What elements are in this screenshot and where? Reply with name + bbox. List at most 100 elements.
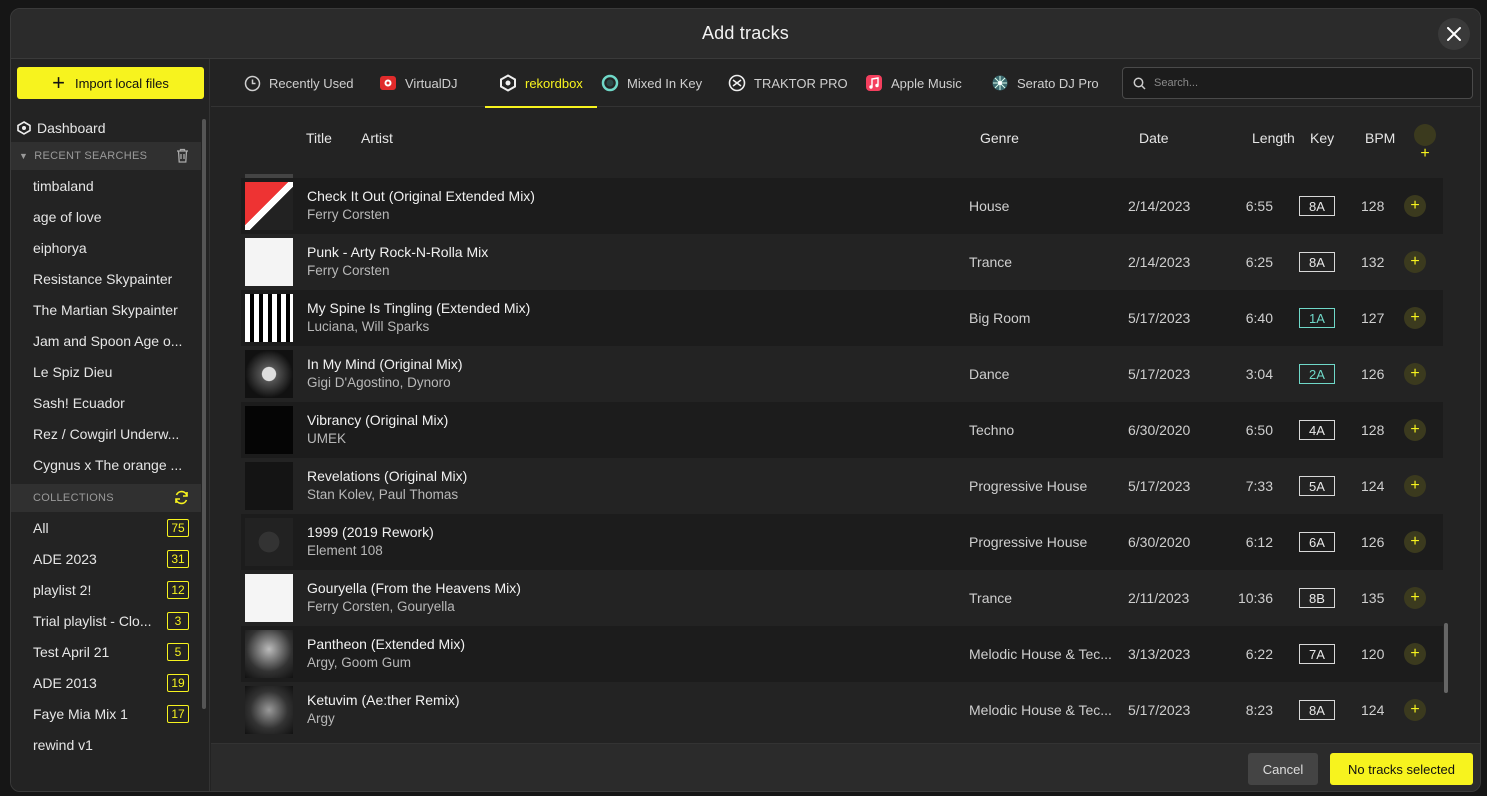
plus-icon: + (1410, 533, 1420, 550)
track-key-badge: 8A (1299, 252, 1335, 272)
table-row[interactable]: In My Mind (Original Mix) Gigi D'Agostino… (241, 346, 1443, 402)
add-selected-button[interactable]: No tracks selected (1330, 753, 1473, 785)
tab-label: Mixed In Key (627, 75, 703, 91)
recent-search-item[interactable]: Jam and Spoon Age o... (11, 325, 201, 356)
recent-search-item[interactable]: Rez / Cowgirl Underw... (11, 418, 201, 449)
track-genre: Progressive House (969, 478, 1088, 494)
collection-item[interactable]: ADE 2023 31 (11, 543, 201, 574)
table-row[interactable]: Ketuvim (Ae:ther Remix) Argy Melodic House… (241, 682, 1443, 738)
table-scrollbar[interactable] (1444, 623, 1448, 693)
table-row[interactable]: Punk - Arty Rock-N-Rolla Mix Ferry Corste… (241, 234, 1443, 290)
track-artwork (245, 406, 293, 454)
add-track-button[interactable]: + (1404, 587, 1426, 609)
sidebar-scrollbar[interactable] (202, 119, 206, 709)
track-date: 3/13/2023 (1128, 646, 1191, 662)
search-icon (1133, 77, 1146, 90)
track-key-badge: 8A (1299, 700, 1335, 720)
collection-item[interactable]: ADE 2013 19 (11, 667, 201, 698)
track-length: 6:50 (1245, 422, 1273, 438)
add-track-button[interactable]: + (1404, 251, 1426, 273)
header-artist[interactable]: Artist (361, 130, 393, 146)
recent-search-item[interactable]: Sash! Ecuador (11, 387, 201, 418)
track-length: 8:23 (1245, 702, 1273, 718)
recent-searches-header[interactable]: ▼ RECENT SEARCHES (11, 142, 201, 170)
collections-header[interactable]: COLLECTIONS (11, 484, 201, 512)
collection-item[interactable]: Trial playlist - Clo... 3 (11, 605, 201, 636)
collection-item[interactable]: playlist 2! 12 (11, 574, 201, 605)
plus-icon: + (1410, 309, 1420, 326)
recent-search-item[interactable]: Le Spiz Dieu (11, 356, 201, 387)
table-row[interactable]: My Spine Is Tingling (Extended Mix) Lucia… (241, 290, 1443, 346)
tab-traktor-pro[interactable]: TRAKTOR PRO (728, 59, 848, 107)
close-icon (1447, 27, 1461, 41)
recent-search-item[interactable]: The Martian Skypainter (11, 294, 201, 325)
sidebar-scroll[interactable]: Dashboard ▼ RECENT SEARCHES timbaland age… (11, 111, 201, 791)
tab-rekordbox[interactable]: rekordbox (485, 59, 597, 108)
recent-search-item[interactable]: age of love (11, 201, 201, 232)
recent-search-label: Rez / Cowgirl Underw... (33, 425, 180, 442)
table-row[interactable]: Check It Out (Original Extended Mix) Ferr… (241, 178, 1443, 234)
clock-icon (244, 75, 260, 91)
add-all-button[interactable]: + (1414, 124, 1436, 162)
collection-item[interactable]: Faye Mia Mix 1 17 (11, 698, 201, 729)
recent-search-item[interactable]: eiphorya (11, 232, 201, 263)
header-length[interactable]: Length (1252, 130, 1295, 146)
track-bpm: 128 (1361, 198, 1385, 214)
table-row[interactable]: Pantheon (Extended Mix) Argy, Goom Gum Mel… (241, 626, 1443, 682)
track-length: 6:22 (1245, 646, 1273, 662)
table-row[interactable]: Gouryella (From the Heavens Mix) Ferry Co… (241, 570, 1443, 626)
tab-apple-music[interactable]: Apple Music (865, 59, 962, 107)
collection-name: ADE 2023 (33, 550, 97, 567)
import-local-files-button[interactable]: + Import local files (17, 67, 204, 99)
search-input[interactable] (1154, 77, 1454, 89)
tab-mixed-in-key[interactable]: Mixed In Key (601, 59, 702, 107)
header-key[interactable]: Key (1310, 130, 1334, 146)
sidebar-item-dashboard[interactable]: Dashboard (11, 114, 201, 142)
recent-search-item[interactable]: Cygnus x The orange ... (11, 449, 201, 480)
tab-label: Serato DJ Pro (1017, 75, 1099, 91)
recent-search-item[interactable]: timbaland (11, 170, 201, 201)
header-bpm[interactable]: BPM (1365, 130, 1395, 146)
tab-serato-dj-pro[interactable]: Serato DJ Pro (991, 59, 1099, 107)
track-artwork (245, 462, 293, 510)
track-length: 6:55 (1245, 198, 1273, 214)
plus-icon: + (1420, 145, 1430, 162)
table-header: Title Artist Genre Date Length Key BPM + (211, 108, 1480, 162)
collection-item[interactable]: rewind v1 (11, 729, 201, 760)
header-date[interactable]: Date (1139, 130, 1169, 146)
add-track-button[interactable]: + (1404, 307, 1426, 329)
add-track-button[interactable]: + (1404, 363, 1426, 385)
track-date: 6/30/2020 (1128, 534, 1191, 550)
table-row[interactable]: 1999 (2019 Rework) Element 108 Progressive… (241, 514, 1443, 570)
table-row[interactable]: Revelations (Original Mix) Stan Kolev, Pa… (241, 458, 1443, 514)
collection-count-badge: 3 (167, 611, 189, 630)
add-track-button[interactable]: + (1404, 419, 1426, 441)
plus-icon: + (1410, 421, 1420, 438)
plus-icon: + (1410, 701, 1420, 718)
sidebar: + Import local files Dashboard ▼ RECENT … (11, 59, 210, 791)
add-track-button[interactable]: + (1404, 195, 1426, 217)
add-track-button[interactable]: + (1404, 475, 1426, 497)
collection-item[interactable]: Test April 21 5 (11, 636, 201, 667)
modal-footer: Cancel No tracks selected (211, 743, 1480, 791)
track-bpm: 120 (1361, 646, 1385, 662)
tab-virtualdj[interactable]: VirtualDJ (379, 59, 458, 107)
collection-item[interactable]: All 75 (11, 512, 201, 543)
track-title: In My Mind (Original Mix) (307, 356, 463, 372)
table-row[interactable]: Vibrancy (Original Mix) UMEK Techno 6/30/20… (241, 402, 1443, 458)
track-title: Pantheon (Extended Mix) (307, 636, 465, 652)
refresh-icon[interactable] (174, 490, 189, 505)
cancel-button[interactable]: Cancel (1248, 753, 1318, 785)
tab-recently-used[interactable]: Recently Used (243, 59, 354, 107)
header-title[interactable]: Title (306, 130, 332, 146)
collection-count-badge: 12 (167, 580, 189, 599)
recent-search-label: eiphorya (33, 239, 87, 256)
add-track-button[interactable]: + (1404, 643, 1426, 665)
add-track-button[interactable]: + (1404, 699, 1426, 721)
add-track-button[interactable]: + (1404, 531, 1426, 553)
header-genre[interactable]: Genre (980, 130, 1019, 146)
trash-icon[interactable] (176, 148, 189, 163)
recent-search-item[interactable]: Resistance Skypainter (11, 263, 201, 294)
track-length: 6:25 (1245, 254, 1273, 270)
close-button[interactable] (1438, 18, 1470, 50)
